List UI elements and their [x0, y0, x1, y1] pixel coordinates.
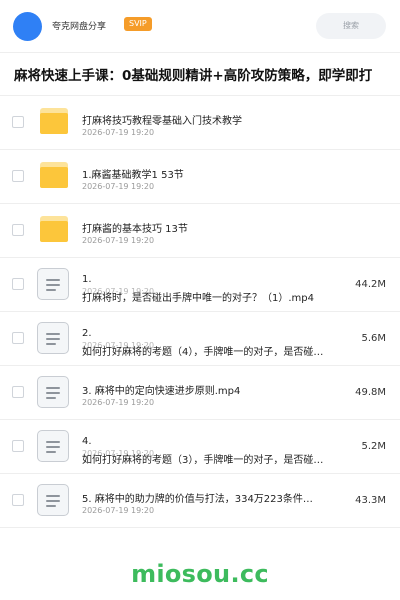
file-number: 2.: [82, 328, 92, 339]
file-size: 44.2M: [355, 279, 386, 290]
file-name: 打麻将技巧教程零基础入门技术教学: [82, 116, 242, 127]
select-checkbox[interactable]: [12, 386, 24, 398]
folder-icon: [40, 108, 68, 134]
select-checkbox[interactable]: [12, 494, 24, 506]
document-icon: [37, 268, 69, 300]
file-date: 2026-07-19 19:20: [82, 128, 155, 137]
file-size: 49.8M: [355, 387, 386, 398]
title-bar: 02 麻将快速上手课：0基础规则精讲+高阶攻防策略，即学即打: [0, 53, 400, 95]
file-list: 打麻将技巧教程零基础入门技术教学 2026-07-19 19:20 1.麻酱基础…: [0, 96, 400, 528]
file-date: 2026-07-19 19:20: [82, 182, 155, 191]
select-checkbox[interactable]: [12, 332, 24, 344]
document-icon: [37, 484, 69, 516]
watermark: miosou.cc: [131, 560, 269, 588]
select-checkbox[interactable]: [12, 278, 24, 290]
list-item[interactable]: 5. 麻将中的助力牌的价值与打法，334万223条件下.mp4 2026-07-…: [0, 474, 400, 528]
select-checkbox[interactable]: [12, 170, 24, 182]
user-name[interactable]: 夸克网盘分享: [52, 19, 106, 32]
file-size: 5.2M: [361, 441, 386, 452]
select-checkbox[interactable]: [12, 224, 24, 236]
file-name: 如何打好麻将的考题（4），手牌唯一的对子，是否碰出.mp4: [82, 347, 332, 358]
file-date: 2026-07-19 19:20: [82, 398, 155, 407]
list-item[interactable]: 3. 麻将中的定向快速进步原则.mp4 2026-07-19 19:20 49.…: [0, 366, 400, 420]
search-input[interactable]: 搜索: [316, 13, 386, 39]
file-size: 43.3M: [355, 495, 386, 506]
select-checkbox[interactable]: [12, 116, 24, 128]
file-name: 3. 麻将中的定向快速进步原则.mp4: [82, 386, 241, 397]
page-title: 麻将快速上手课：0基础规则精讲+高阶攻防策略，即学即打: [14, 68, 373, 84]
file-date: 2026-07-19 19:20: [82, 506, 155, 515]
header: 夸克网盘分享 SVIP 搜索: [0, 0, 400, 52]
file-name: 打麻酱的基本技巧 13节: [82, 224, 188, 235]
document-icon: [37, 322, 69, 354]
document-icon: [37, 376, 69, 408]
document-icon: [37, 430, 69, 462]
list-item[interactable]: 打麻酱的基本技巧 13节 2026-07-19 19:20: [0, 204, 400, 258]
file-size: 5.6M: [361, 333, 386, 344]
list-item[interactable]: 1. 2026-07-19 19:20 打麻将时，是否碰出手牌中唯一的对子？（1…: [0, 258, 400, 312]
folder-icon: [40, 216, 68, 242]
avatar[interactable]: [13, 12, 42, 41]
folder-icon: [40, 162, 68, 188]
list-item[interactable]: 4. 2026-07-19 19:20 如何打好麻将的考题（3），手牌唯一的对子…: [0, 420, 400, 474]
list-item[interactable]: 打麻将技巧教程零基础入门技术教学 2026-07-19 19:20: [0, 96, 400, 150]
file-date: 2026-07-19 19:20: [82, 236, 155, 245]
file-name: 打麻将时，是否碰出手牌中唯一的对子？（1）.mp4: [82, 293, 314, 304]
file-name: 5. 麻将中的助力牌的价值与打法，334万223条件下.mp4: [82, 494, 322, 505]
list-item[interactable]: 1.麻酱基础教学1 53节 2026-07-19 19:20: [0, 150, 400, 204]
file-name: 1.麻酱基础教学1 53节: [82, 170, 184, 181]
list-item[interactable]: 2. 2026-07-19 19:20 如何打好麻将的考题（4），手牌唯一的对子…: [0, 312, 400, 366]
file-number: 4.: [82, 436, 92, 447]
file-number: 1.: [82, 274, 92, 285]
select-checkbox[interactable]: [12, 440, 24, 452]
file-name: 如何打好麻将的考题（3），手牌唯一的对子，是否碰出.mp4: [82, 455, 332, 466]
svip-badge: SVIP: [124, 17, 152, 31]
